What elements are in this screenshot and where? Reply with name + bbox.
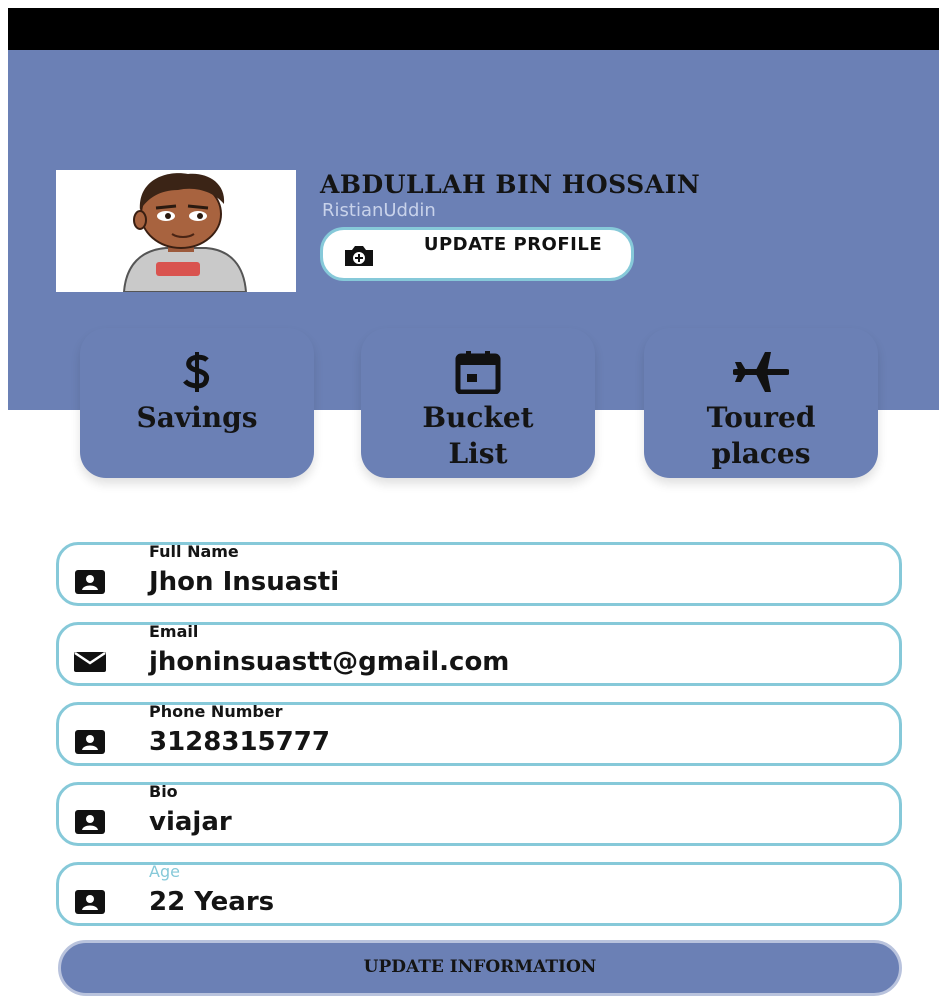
status-bar bbox=[8, 8, 939, 50]
calendar-icon bbox=[454, 350, 502, 398]
age-field[interactable]: Age 22 Years bbox=[56, 862, 902, 926]
field-label: Bio bbox=[149, 782, 178, 801]
field-value[interactable]: 3128315777 bbox=[149, 727, 330, 757]
phone-number-field[interactable]: Phone Number 3128315777 bbox=[56, 702, 902, 766]
field-label: Age bbox=[149, 862, 180, 881]
avatar[interactable] bbox=[56, 170, 296, 292]
savings-card[interactable]: Savings bbox=[80, 328, 314, 478]
user-name: ABDULLAH BIN HOSSAIN bbox=[320, 170, 701, 199]
dollar-icon bbox=[173, 350, 221, 398]
field-value[interactable]: Jhon Insuasti bbox=[149, 567, 339, 597]
field-label: Full Name bbox=[149, 542, 239, 561]
full-name-field[interactable]: Full Name Jhon Insuasti bbox=[56, 542, 902, 606]
update-profile-button[interactable]: UPDATE PROFILE bbox=[320, 227, 634, 281]
field-label: Email bbox=[149, 622, 199, 641]
update-profile-label: UPDATE PROFILE bbox=[423, 234, 603, 255]
card-label: Toured places bbox=[706, 401, 816, 470]
contact-card-icon bbox=[73, 730, 107, 758]
update-information-label: UPDATE INFORMATION bbox=[363, 957, 597, 977]
card-label: Bucket List bbox=[422, 401, 534, 470]
bucket-list-card[interactable]: Bucket List bbox=[361, 328, 595, 478]
contact-card-icon bbox=[73, 810, 107, 838]
field-value[interactable]: jhoninsuastt@gmail.com bbox=[149, 647, 509, 677]
card-label: Savings bbox=[136, 401, 258, 434]
field-value[interactable]: 22 Years bbox=[149, 887, 274, 917]
airplane-icon bbox=[732, 350, 790, 398]
contact-card-icon bbox=[73, 890, 107, 918]
email-icon bbox=[73, 650, 107, 678]
field-label: Phone Number bbox=[149, 702, 283, 721]
email-field[interactable]: Email jhoninsuastt@gmail.com bbox=[56, 622, 902, 686]
user-handle: RistianUddin bbox=[322, 200, 436, 221]
contact-card-icon bbox=[73, 570, 107, 598]
camera-icon bbox=[343, 244, 375, 272]
field-value[interactable]: viajar bbox=[149, 807, 232, 837]
update-information-button[interactable]: UPDATE INFORMATION bbox=[58, 940, 902, 996]
toured-places-card[interactable]: Toured places bbox=[644, 328, 878, 478]
bio-field[interactable]: Bio viajar bbox=[56, 782, 902, 846]
